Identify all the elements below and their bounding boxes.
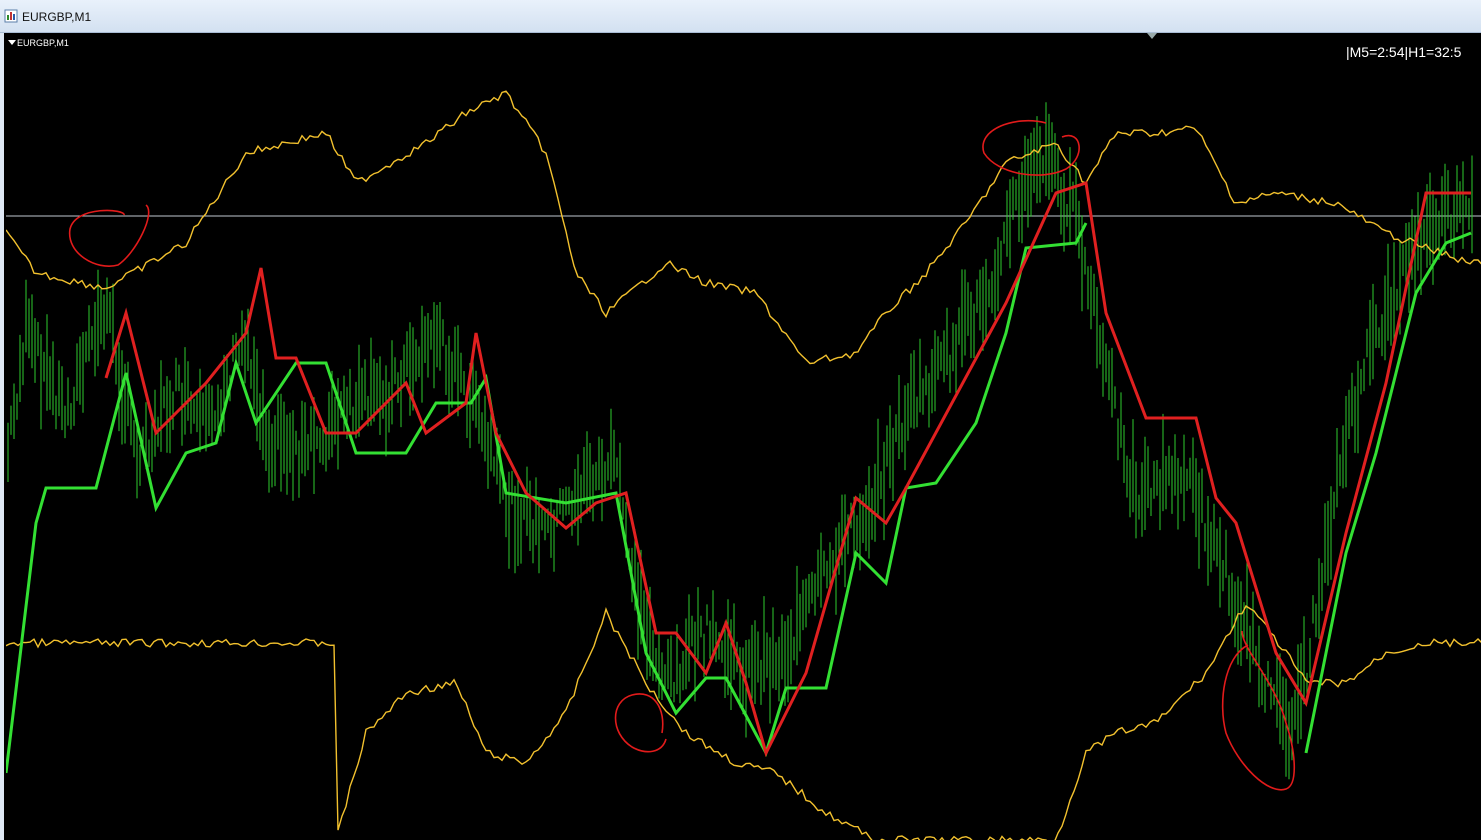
lower-band-line — [6, 604, 1481, 840]
collapse-arrow-icon[interactable] — [8, 40, 16, 45]
window-title: EURGBP,M1 — [22, 10, 92, 24]
annotation-circle — [68, 204, 150, 267]
annotation-circle — [1221, 630, 1296, 791]
candle-timer: |M5=2:54|H1=32:5 — [1346, 44, 1462, 60]
symbol-label: EURGBP,M1 — [17, 38, 69, 48]
annotation-circle — [614, 693, 667, 753]
price-chart-canvas[interactable] — [6, 33, 1481, 840]
chart-shift-marker-icon[interactable] — [1147, 33, 1157, 39]
chart-window: EURGBP,M1 EURGBP,M1 |M5=2:54|H1=32:5 — [0, 0, 1481, 840]
price-bars — [7, 102, 1473, 780]
hand-drawn-annotations — [68, 119, 1296, 791]
upper-band-line — [6, 90, 1481, 365]
window-titlebar[interactable]: EURGBP,M1 — [0, 0, 1481, 33]
signal-line-green — [6, 222, 1472, 774]
price-chart-area[interactable] — [4, 33, 1481, 840]
chart-window-icon — [4, 9, 18, 23]
